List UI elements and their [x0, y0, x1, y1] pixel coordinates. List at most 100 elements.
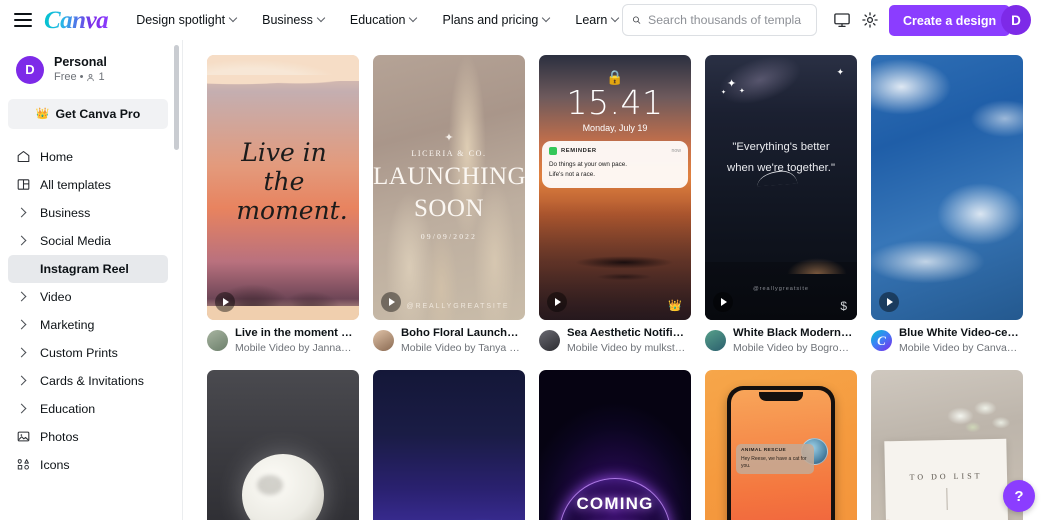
template-thumbnail[interactable]	[871, 55, 1023, 320]
decorative-moon	[242, 453, 324, 520]
template-meta: White Black Modern ... Mobile Video by B…	[705, 326, 857, 356]
user-avatar[interactable]: D	[1001, 5, 1031, 35]
sidebar-scrollbar-thumb[interactable]	[174, 45, 179, 150]
app-icon	[549, 147, 557, 155]
sidebar-item-video[interactable]: Video	[8, 283, 168, 311]
members-count: 1	[98, 71, 105, 84]
notification-line-1: Do things at your own pace.	[549, 161, 628, 168]
art-quote-line-1: "Everything's better	[732, 141, 830, 153]
help-button[interactable]: ?	[1003, 480, 1035, 512]
sidebar-item-icons[interactable]: Icons	[8, 451, 168, 479]
art-handle: @reallygreatsite	[753, 286, 809, 292]
template-thumbnail[interactable]: ✦ ✦ ✦ ✦ "Everything's better when we're …	[705, 55, 857, 320]
monitor-icon[interactable]	[828, 6, 856, 34]
chevron-down-icon	[230, 15, 238, 23]
main-nav-items: Design spotlight Business Education Plan…	[126, 6, 630, 34]
play-icon[interactable]	[879, 292, 899, 312]
hamburger-menu-icon[interactable]	[14, 13, 32, 27]
play-icon[interactable]	[215, 292, 235, 312]
avatar	[539, 330, 560, 352]
template-byline: Mobile Video by Bogrod_s...	[733, 342, 853, 355]
notification-time: now	[671, 148, 681, 154]
canva-logo[interactable]: Canva	[44, 8, 109, 33]
template-card[interactable]: C Blue White Video-cen... Mobile Video b…	[871, 55, 1023, 356]
sidebar-item-marketing[interactable]: Marketing	[8, 311, 168, 339]
canva-c-glyph: C	[877, 333, 886, 349]
template-card[interactable]: ANIMAL RESCUE Hey Reese, we have a cat f…	[705, 369, 857, 520]
art-headline-1: LAUNCHING	[373, 163, 525, 190]
template-thumbnail[interactable]: "One step at a time. You'll get there."	[373, 369, 525, 520]
search-box[interactable]	[622, 4, 817, 36]
create-a-design-button[interactable]: Create a design	[889, 5, 1011, 36]
sidebar-item-social-media[interactable]: Social Media	[8, 227, 168, 255]
decorative-nebula	[373, 469, 525, 520]
sidebar-item-all-templates[interactable]: All templates	[8, 171, 168, 199]
sidebar-item-label: Education	[40, 401, 96, 416]
nav-item-design-spotlight[interactable]: Design spotlight	[126, 6, 248, 34]
sidebar-item-label: Cards & Invitations	[40, 373, 144, 388]
nav-label: Design spotlight	[136, 13, 226, 27]
art-headline-2: SOON	[413, 195, 485, 223]
sidebar-item-custom-prints[interactable]: Custom Prints	[8, 339, 168, 367]
template-thumbnail[interactable]: Live in the moment.	[207, 55, 359, 320]
nav-item-education[interactable]: Education	[340, 6, 429, 34]
template-card[interactable]: "One step at a time. You'll get there."	[373, 369, 525, 520]
art-line-2: moment.	[236, 195, 348, 225]
art-heading: TO DO LIST	[909, 471, 983, 482]
template-card[interactable]: COMING SOON Stay Tuned	[539, 369, 691, 520]
template-card[interactable]: TO DO LIST 1. Start planning a new proje…	[871, 369, 1023, 520]
play-icon[interactable]	[381, 292, 401, 312]
chevron-down-icon	[612, 15, 620, 23]
template-thumbnail[interactable]: TO DO LIST 1. Start planning a new proje…	[871, 369, 1023, 520]
chevron-right-icon	[16, 403, 40, 414]
template-card[interactable]: ✦ LICERIA & CO. LAUNCHING SOON 09/09/202…	[373, 55, 525, 356]
chevron-right-icon	[16, 291, 40, 302]
template-meta: Boho Floral Launchin... Mobile Video by …	[373, 326, 525, 356]
chevron-down-icon	[318, 15, 326, 23]
template-thumbnail[interactable]	[207, 369, 359, 520]
nav-item-plans-and-pricing[interactable]: Plans and pricing	[432, 6, 561, 34]
notification-body: Hey Reese, we have a cat for you.	[741, 455, 807, 469]
chevron-right-icon	[16, 347, 40, 358]
star-icon: ✦	[739, 88, 745, 95]
avatar	[207, 330, 228, 352]
template-thumbnail[interactable]: COMING SOON Stay Tuned	[539, 369, 691, 520]
template-card[interactable]: Live in the moment. Live in the moment i…	[207, 55, 359, 356]
chevron-right-icon	[16, 319, 40, 330]
sidebar-item-instagram-reel[interactable]: Instagram Reel	[8, 254, 168, 283]
sidebar-item-education[interactable]: Education	[8, 395, 168, 423]
nav-label: Education	[349, 13, 406, 27]
nav-item-business[interactable]: Business	[252, 6, 336, 34]
icons-icon	[16, 457, 40, 472]
sidebar-item-cards-and-invitations[interactable]: Cards & Invitations	[8, 367, 168, 395]
search-input[interactable]	[648, 13, 807, 27]
nav-label: Plans and pricing	[442, 13, 539, 27]
account-plan: Free	[54, 71, 77, 84]
play-icon[interactable]	[547, 292, 567, 312]
art-date: Monday, July 19	[582, 123, 648, 133]
art-time: 15.41	[566, 83, 664, 122]
template-card[interactable]	[207, 369, 359, 520]
template-card[interactable]: ✦ ✦ ✦ ✦ "Everything's better when we're …	[705, 55, 857, 356]
template-thumbnail[interactable]: ANIMAL RESCUE Hey Reese, we have a cat f…	[705, 369, 857, 520]
sidebar-item-business[interactable]: Business	[8, 199, 168, 227]
template-title: Live in the moment in...	[235, 327, 355, 339]
chevron-right-icon	[16, 235, 40, 246]
chevron-down-icon	[410, 15, 418, 23]
template-art-text: ✦ LICERIA & CO. LAUNCHING SOON 09/09/202…	[373, 133, 525, 241]
template-title: White Black Modern ...	[733, 327, 853, 339]
sidebar-item-home[interactable]: Home	[8, 143, 168, 171]
play-icon[interactable]	[713, 292, 733, 312]
decorative-glow	[787, 258, 847, 274]
get-canva-pro-button[interactable]: 👑 Get Canva Pro	[8, 98, 168, 129]
template-thumbnail[interactable]: ✦ LICERIA & CO. LAUNCHING SOON 09/09/202…	[373, 55, 525, 320]
template-thumbnail[interactable]: 🔒 15.41 Monday, July 19 REMINDER now Do …	[539, 55, 691, 320]
account-switcher[interactable]: D Personal Free • 1	[0, 40, 176, 96]
sidebar-item-photos[interactable]: Photos	[8, 423, 168, 451]
sidebar-item-label: All templates	[40, 177, 111, 192]
nav-item-learn[interactable]: Learn	[565, 6, 630, 34]
template-card[interactable]: 🔒 15.41 Monday, July 19 REMINDER now Do …	[539, 55, 691, 356]
top-navigation-bar: Canva Design spotlight Business Educatio…	[0, 0, 1045, 40]
template-meta: Sea Aesthetic Notifica... Mobile Video b…	[539, 326, 691, 356]
gear-icon[interactable]	[856, 6, 884, 34]
